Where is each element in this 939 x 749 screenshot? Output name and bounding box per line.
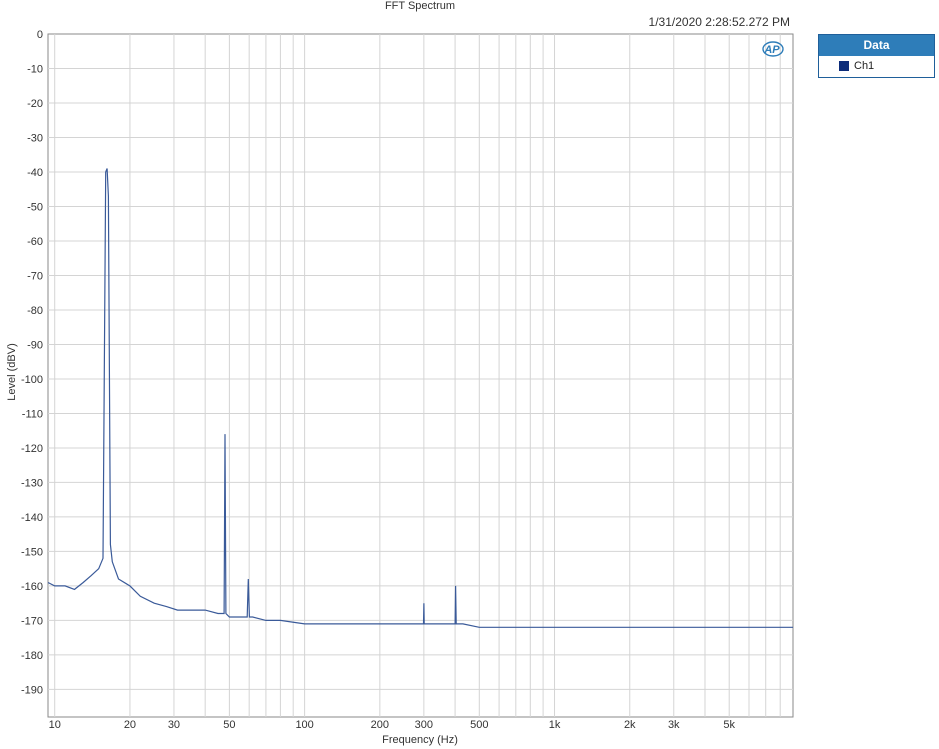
x-axis-label: Frequency (Hz): [382, 734, 458, 746]
y-tick-label: -160: [21, 581, 43, 593]
y-tick-label: 0: [37, 29, 43, 41]
x-axis-ticks: 10 20 30 50 100 200 300 500 1k 2k 3k 5k: [49, 719, 736, 731]
x-tick-label: 200: [371, 719, 389, 731]
x-tick-label: 30: [168, 719, 180, 731]
legend-item-ch1[interactable]: Ch1: [819, 56, 934, 76]
y-axis-label: Level (dBV): [6, 343, 18, 400]
fft-spectrum-chart: 0 -10 -20 -30 -40 -50 -60 -70 -80 -90 -100 -110 -120…: [6, 29, 794, 746]
y-tick-label: -10: [27, 63, 43, 75]
legend-item-label: Ch1: [854, 60, 875, 72]
ap-logo-icon: AP: [762, 41, 784, 57]
x-tick-label: 500: [470, 719, 488, 731]
chart-title: FFT Spectrum: [384, 0, 456, 12]
y-tick-label: -20: [27, 98, 43, 110]
x-tick-label: 3k: [668, 719, 680, 731]
y-tick-label: -70: [27, 270, 43, 282]
x-tick-label: 50: [223, 719, 235, 731]
y-tick-label: -170: [21, 615, 43, 627]
x-tick-label: 100: [295, 719, 313, 731]
y-tick-label: -100: [21, 374, 43, 386]
x-tick-label: 300: [415, 719, 433, 731]
x-tick-label: 10: [49, 719, 61, 731]
y-tick-label: -90: [27, 339, 43, 351]
x-tick-label: 1k: [549, 719, 561, 731]
y-tick-label: -110: [22, 408, 43, 420]
y-tick-label: -140: [21, 512, 43, 524]
plot-area: [47, 33, 794, 718]
x-tick-label: 5k: [723, 719, 735, 731]
legend-swatch: [839, 61, 849, 71]
y-tick-label: -30: [27, 132, 43, 144]
y-tick-label: -180: [21, 650, 43, 662]
y-tick-label: -40: [27, 167, 43, 179]
x-tick-label: 20: [124, 719, 136, 731]
svg-text:AP: AP: [763, 44, 780, 56]
y-tick-label: -80: [27, 305, 43, 317]
x-tick-label: 2k: [624, 719, 636, 731]
legend: Data Ch1: [818, 34, 935, 78]
y-tick-label: -60: [27, 236, 43, 248]
y-tick-label: -120: [21, 443, 43, 455]
y-axis-ticks: 0 -10 -20 -30 -40 -50 -60 -70 -80 -90 -100 -110 -120…: [21, 29, 43, 696]
y-tick-label: -130: [21, 477, 43, 489]
timestamp: 1/31/2020 2:28:52.272 PM: [648, 15, 790, 29]
y-tick-label: -150: [21, 546, 43, 558]
y-tick-label: -50: [27, 201, 43, 213]
legend-header: Data: [819, 35, 934, 56]
y-tick-label: -190: [21, 684, 43, 696]
